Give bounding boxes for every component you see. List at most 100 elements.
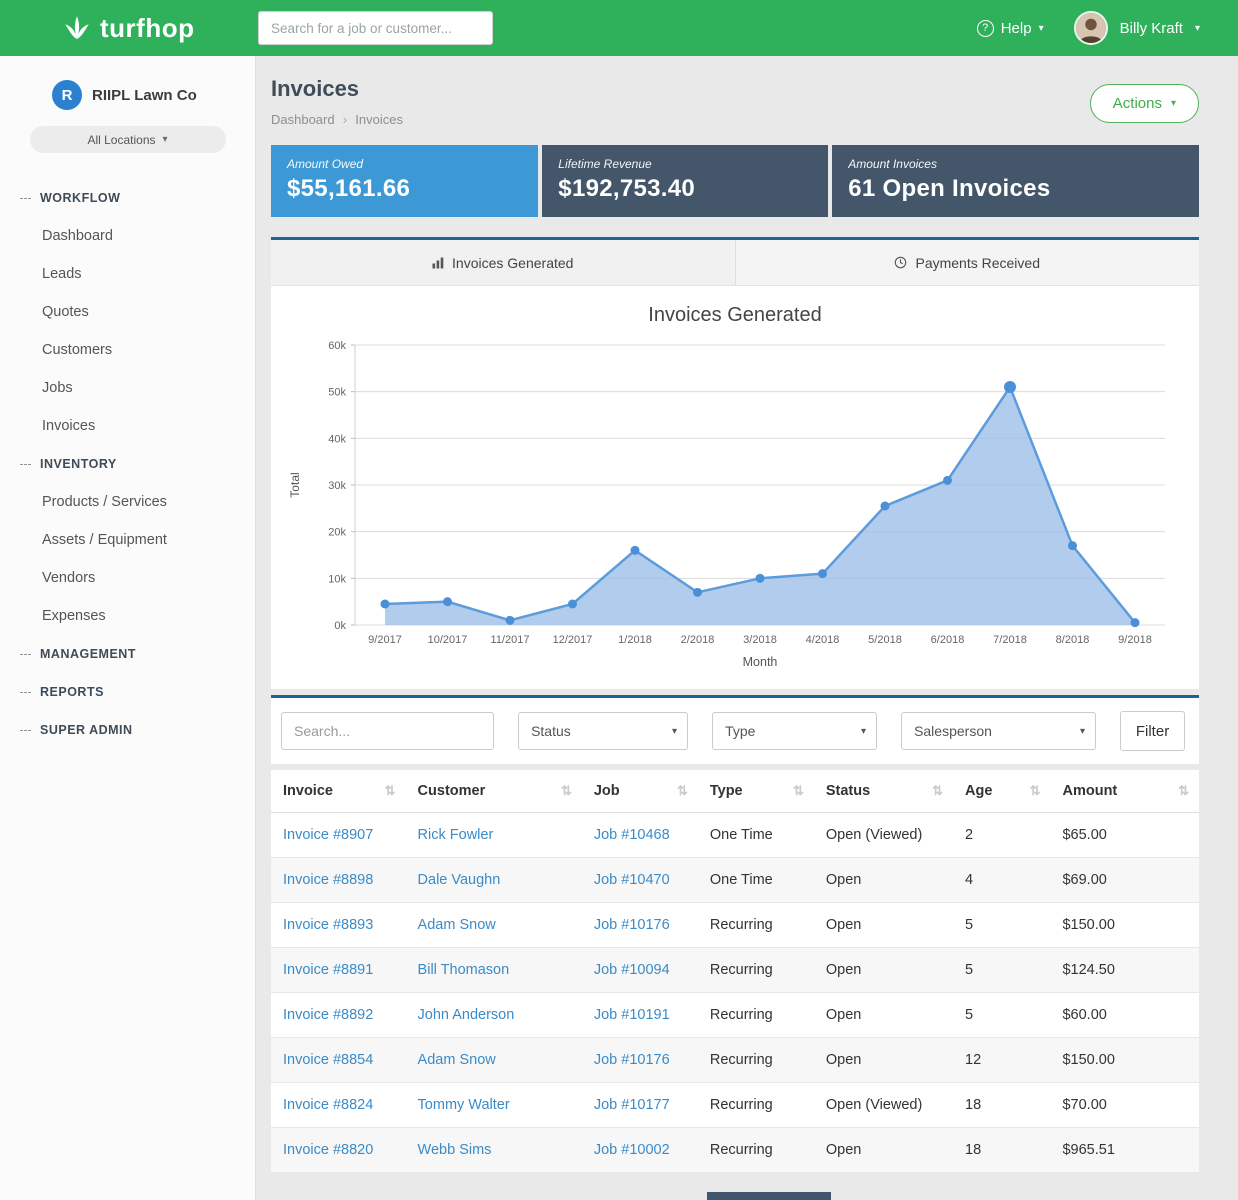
job-link[interactable]: Job #10002	[594, 1142, 670, 1158]
cell-status: Open	[814, 993, 953, 1038]
sidebar-item-invoices[interactable]: Invoices	[0, 407, 255, 445]
sidebar-nav: WORKFLOW DashboardLeadsQuotesCustomersJob…	[0, 179, 255, 749]
svg-text:0k: 0k	[334, 620, 346, 632]
invoice-link[interactable]: Invoice #8893	[283, 917, 373, 933]
invoice-link[interactable]: Invoice #8898	[283, 872, 373, 888]
dash-icon	[20, 654, 31, 655]
job-link[interactable]: Job #10191	[594, 1007, 670, 1023]
table-row: Invoice #8854Adam SnowJob #10176Recurrin…	[271, 1038, 1199, 1083]
breadcrumb-invoices[interactable]: Invoices	[355, 112, 403, 127]
sidebar-item-leads[interactable]: Leads	[0, 255, 255, 293]
filter-button[interactable]: Filter	[1120, 711, 1185, 751]
cell-amount: $150.00	[1050, 903, 1199, 948]
job-link[interactable]: Job #10177	[594, 1097, 670, 1113]
cell-age: 18	[953, 1083, 1050, 1128]
customer-link[interactable]: Adam Snow	[418, 1052, 496, 1068]
actions-button[interactable]: Actions ▾	[1090, 84, 1199, 123]
column-header-amount[interactable]: Amount⇅	[1050, 770, 1199, 813]
column-header-age[interactable]: Age⇅	[953, 770, 1050, 813]
invoice-table: Invoice⇅Customer⇅Job⇅Type⇅Status⇅Age⇅Amo…	[271, 770, 1199, 1173]
job-link[interactable]: Job #10094	[594, 962, 670, 978]
customer-link[interactable]: Rick Fowler	[418, 827, 494, 843]
cell-type: One Time	[698, 858, 814, 903]
svg-text:3/2018: 3/2018	[743, 634, 777, 646]
sidebar-section-management[interactable]: MANAGEMENT	[0, 635, 255, 673]
sidebar-section-super-admin[interactable]: SUPER ADMIN	[0, 711, 255, 749]
sidebar-item-products-services[interactable]: Products / Services	[0, 483, 255, 521]
svg-text:10k: 10k	[328, 573, 346, 585]
sidebar-item-expenses[interactable]: Expenses	[0, 597, 255, 635]
svg-text:6/2018: 6/2018	[931, 634, 965, 646]
type-select[interactable]: Type▾	[712, 712, 877, 750]
invoice-link[interactable]: Invoice #8891	[283, 962, 373, 978]
chevron-right-icon: ›	[343, 111, 348, 127]
sidebar-item-assets-equipment[interactable]: Assets / Equipment	[0, 521, 255, 559]
invoice-link[interactable]: Invoice #8907	[283, 827, 373, 843]
topbar-right: ? Help ▾ Billy Kraft ▾	[977, 11, 1238, 45]
stat-value: $192,753.40	[558, 175, 812, 203]
help-menu[interactable]: ? Help ▾	[977, 20, 1044, 37]
column-header-customer[interactable]: Customer⇅	[406, 770, 582, 813]
customer-link[interactable]: Webb Sims	[418, 1142, 492, 1158]
page-header: Invoices Dashboard › Invoices Actions ▾	[271, 76, 1199, 127]
turfhop-logo[interactable]: turfhop	[0, 13, 256, 44]
table-search-input[interactable]	[281, 712, 494, 750]
breadcrumb-dashboard[interactable]: Dashboard	[271, 112, 335, 127]
svg-text:1/2018: 1/2018	[618, 634, 652, 646]
sidebar-item-dashboard[interactable]: Dashboard	[0, 217, 255, 255]
job-link[interactable]: Job #10470	[594, 872, 670, 888]
user-menu[interactable]: Billy Kraft ▾	[1074, 11, 1200, 45]
cell-customer: Adam Snow	[406, 903, 582, 948]
global-search-input[interactable]	[258, 11, 493, 45]
cell-job: Job #10176	[582, 1038, 698, 1083]
invoice-link[interactable]: Invoice #8824	[283, 1097, 373, 1113]
job-link[interactable]: Job #10468	[594, 827, 670, 843]
customer-link[interactable]: John Anderson	[418, 1007, 515, 1023]
sidebar-section-label: WORKFLOW	[40, 191, 120, 205]
customer-link[interactable]: Dale Vaughn	[418, 872, 501, 888]
sort-icon: ⇅	[1030, 783, 1041, 799]
customer-link[interactable]: Bill Thomason	[418, 962, 510, 978]
help-icon: ?	[977, 20, 994, 37]
column-header-invoice[interactable]: Invoice⇅	[271, 770, 406, 813]
tab-payments-received[interactable]: Payments Received	[736, 240, 1200, 285]
cell-job: Job #10094	[582, 948, 698, 993]
invoice-link[interactable]: Invoice #8820	[283, 1142, 373, 1158]
status-select[interactable]: Status▾	[518, 712, 688, 750]
job-link[interactable]: Job #10176	[594, 917, 670, 933]
invoice-link[interactable]: Invoice #8854	[283, 1052, 373, 1068]
tab-label: Payments Received	[915, 255, 1040, 271]
sidebar-item-jobs[interactable]: Jobs	[0, 369, 255, 407]
sidebar-item-customers[interactable]: Customers	[0, 331, 255, 369]
sidebar-section-reports[interactable]: REPORTS	[0, 673, 255, 711]
chevron-down-icon: ▾	[1195, 23, 1200, 34]
sidebar-section-workflow[interactable]: WORKFLOW	[0, 179, 255, 217]
chevron-down-icon: ▾	[1171, 98, 1176, 109]
svg-text:20k: 20k	[328, 527, 346, 539]
stat-value: 61 Open Invoices	[848, 175, 1183, 203]
pagination-bar-partial[interactable]	[707, 1192, 831, 1200]
column-header-type[interactable]: Type⇅	[698, 770, 814, 813]
invoice-link[interactable]: Invoice #8892	[283, 1007, 373, 1023]
locations-dropdown[interactable]: All Locations ▾	[30, 126, 226, 153]
cell-age: 2	[953, 813, 1050, 858]
salesperson-select[interactable]: Salesperson▾	[901, 712, 1096, 750]
select-value: Status	[531, 723, 571, 739]
customer-link[interactable]: Tommy Walter	[418, 1097, 510, 1113]
stats-row: Amount Owed$55,161.66Lifetime Revenue$19…	[271, 145, 1199, 217]
job-link[interactable]: Job #10176	[594, 1052, 670, 1068]
column-header-job[interactable]: Job⇅	[582, 770, 698, 813]
sidebar-section-inventory[interactable]: INVENTORY	[0, 445, 255, 483]
table-row: Invoice #8898 Dale Vaughn Job #10470 One Ti…	[271, 858, 1199, 903]
cell-invoice: Invoice #8907	[271, 813, 406, 858]
sidebar-item-vendors[interactable]: Vendors	[0, 559, 255, 597]
chevron-down-icon: ▾	[861, 726, 866, 737]
dash-icon	[20, 464, 31, 465]
cell-age: 5	[953, 993, 1050, 1038]
tab-invoices-generated[interactable]: Invoices Generated	[271, 240, 736, 285]
sidebar-item-quotes[interactable]: Quotes	[0, 293, 255, 331]
column-header-status[interactable]: Status⇅	[814, 770, 953, 813]
page-title: Invoices	[271, 76, 1199, 102]
customer-link[interactable]: Adam Snow	[418, 917, 496, 933]
filter-panel: Status▾Type▾Salesperson▾ Filter	[271, 695, 1199, 764]
